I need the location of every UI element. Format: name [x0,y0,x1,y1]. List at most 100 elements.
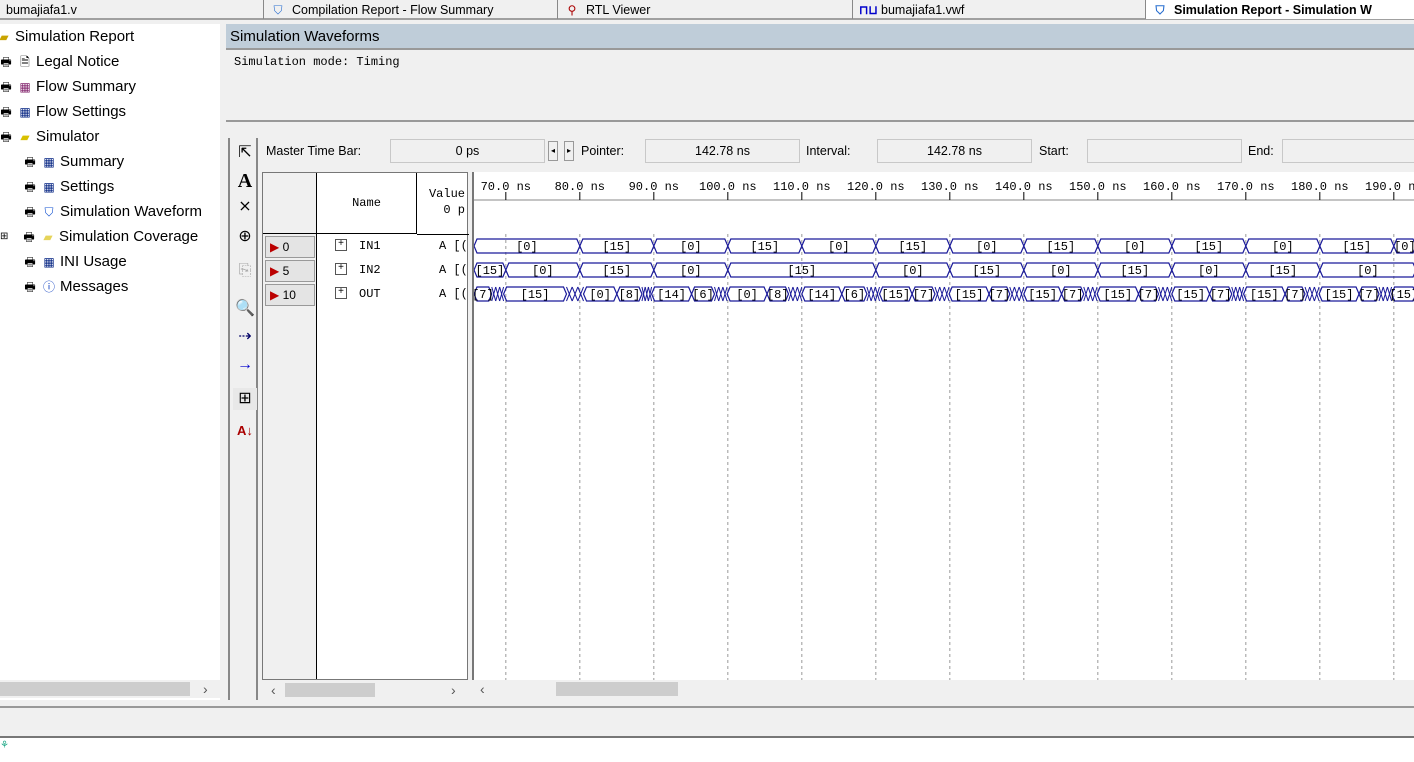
bus-value-label: [15] [1268,264,1297,278]
bus-value-label: [8] [619,288,641,302]
tree-item-simulation-waveform[interactable]: 🖶 ⛉ Simulation Waveform [22,199,202,224]
signal-index-cell: ▶ 0 [265,236,315,258]
expand-icon[interactable]: + [335,263,347,275]
name-column-header[interactable]: Name [317,173,417,234]
bus-value-label: [0] [902,264,924,278]
bus-value-label: [15] [1389,288,1414,302]
snap-to-grid-icon[interactable]: ⊞ [233,388,257,410]
printer-icon: 🖶 [24,254,36,269]
zoom-tool-icon[interactable]: ⊕ [233,226,257,248]
glitch-mark [714,286,728,302]
end-field[interactable] [1282,139,1414,163]
bus-value-label: [15] [955,288,984,302]
waveform-panel[interactable]: 70.0 ns 80.0 ns 90.0 ns 100.0 ns 110.0 ns 120… [472,172,1414,698]
master-time-bar-field[interactable]: 0 ps [390,139,545,163]
bus-value-label: [0] [976,240,998,254]
bus-value-label: [15] [787,264,816,278]
bus-value-label: [15] [1176,288,1205,302]
tree-horizontal-scrollbar[interactable]: › [0,680,220,698]
report-tree: ▰ Simulation Report 🖶 🗎 Legal Notice 🖶 ▦ Flow… [0,24,220,700]
find-next-icon[interactable]: ⇢ [233,326,257,348]
signal-index-cell: ▶ 5 [265,260,315,282]
scrollbar-thumb[interactable] [0,682,190,696]
bus-value-label: [7] [1210,288,1232,302]
tree-item-settings[interactable]: 🖶 ▦ Settings [22,174,114,199]
tree-item-legal-notice[interactable]: 🖶 🗎 Legal Notice [0,49,119,74]
pointer-label: Pointer: [581,144,625,158]
scrollbar-thumb[interactable] [285,683,375,697]
tab-compilation-report[interactable]: ⛉ Compilation Report - Flow Summary [263,0,557,19]
waveform-horizontal-scrollbar[interactable]: ‹ [474,680,1414,698]
tab-simulation-report[interactable]: ⛉ Simulation Report - Simulation W [1145,0,1414,19]
time-bar-next-button[interactable]: ▸ [564,141,574,161]
tick-label: 130.0 ns [921,180,979,194]
splitter[interactable] [0,706,1414,709]
expand-icon[interactable]: + [335,239,347,251]
value-column-header[interactable]: Value [417,187,469,201]
bus-value-label: [15] [476,264,505,278]
bus-value-label: [6] [692,288,714,302]
bus-value-label: [0] [680,240,702,254]
value-time: 0 p [443,203,465,217]
glitch-mark [1009,286,1025,302]
bus-value-label: [0] [1357,264,1379,278]
expand-icon[interactable]: ⊞ [0,224,18,249]
tree-item-simulation-coverage[interactable]: ⊞ 🖶 ▰ Simulation Coverage [0,224,198,249]
input-pin-icon: ▶ [270,240,280,254]
name-horizontal-scrollbar[interactable]: ‹ › [263,681,469,699]
scroll-right-icon[interactable]: › [451,681,456,699]
index-header [263,173,317,234]
end-label: End: [1248,144,1274,158]
tree-item-summary[interactable]: 🖶 ▦ Summary [22,149,124,174]
waveform-icon: ⛉ [44,204,54,219]
scrollbar-thumb[interactable] [556,682,678,696]
bus-value-label: [15] [1250,288,1279,302]
scroll-left-icon[interactable]: ‹ [271,681,276,699]
selection-tool-icon[interactable]: ⇱ [233,142,257,164]
expand-icon[interactable]: + [335,287,347,299]
signal-row[interactable]: ▶ 10 + OUT A [( [263,283,469,307]
master-time-bar-label: Master Time Bar: [266,144,362,158]
tree-item-simulator[interactable]: 🖶 ▰ Simulator [0,124,99,149]
copy-icon[interactable]: ⎘ [233,260,257,282]
report-icon: ⛉ [273,2,283,17]
simulation-mode-text: Simulation mode: Timing [226,50,1414,122]
bus-value-label: [7] [989,288,1011,302]
tree-item-flow-summary[interactable]: 🖶 ▦ Flow Summary [0,74,136,99]
bus-value-label: [14] [807,288,836,302]
printer-icon: 🖶 [0,79,12,94]
sort-az-icon[interactable]: A↓ [233,420,257,442]
printer-icon: 🖶 [24,279,36,294]
tab-rtl-viewer[interactable]: ⚲ RTL Viewer [557,0,852,19]
text-tool-icon[interactable]: A [233,170,257,192]
tree-item-messages[interactable]: 🖶 ⓘ Messages [22,274,128,299]
printer-icon: 🖶 [0,104,12,119]
waveform-editing-tool-icon[interactable]: ⨯ [233,196,257,218]
signal-row[interactable]: ▶ 5 + IN2 A [( [263,259,469,283]
scroll-left-icon[interactable]: ‹ [480,680,485,698]
bus-value-label: [15] [521,288,550,302]
tab-verilog-file[interactable]: bumajiafa1.v [0,0,263,19]
tree-item-flow-settings[interactable]: 🖶 ▦ Flow Settings [0,99,126,124]
tree-item-simulation-report[interactable]: ▰ Simulation Report [0,24,134,49]
printer-icon: 🖶 [23,229,35,244]
bus-value-label: [0] [516,240,538,254]
start-field[interactable] [1087,139,1242,163]
signal-name: IN2 [359,263,381,277]
signal-index-cell: ▶ 10 [265,284,315,306]
bus-value-label: [15] [602,264,631,278]
glitch-mark [934,286,950,302]
bus-value-label: [6] [844,288,866,302]
time-bar-prev-button[interactable]: ◂ [548,141,558,161]
message-area: ⚘ [0,736,1414,762]
arrow-right-icon[interactable]: → [233,354,257,376]
tab-waveform-file[interactable]: ⊓⊔ bumajiafa1.vwf [852,0,1145,19]
tree-item-ini-usage[interactable]: 🖶 ▦ INI Usage [22,249,126,274]
tick-label: 100.0 ns [699,180,757,194]
bus-value-label: [8] [767,288,789,302]
find-icon[interactable]: 🔍 [233,298,257,320]
bus-value-label: [14] [657,288,686,302]
signal-row[interactable]: ▶ 0 + IN1 A [( [263,235,469,259]
document-tab-bar: bumajiafa1.v ⛉ Compilation Report - Flow … [0,0,1414,20]
scroll-right-icon[interactable]: › [203,680,208,698]
